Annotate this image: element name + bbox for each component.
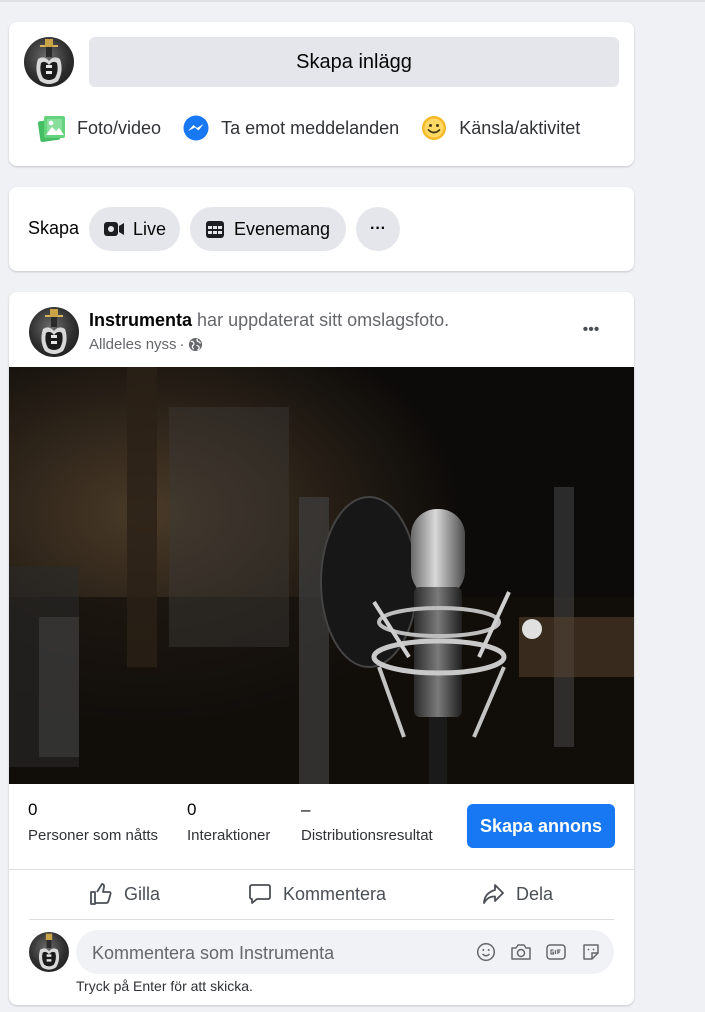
post-meta: Alldeles nyss ·: [89, 336, 203, 353]
post-time-link[interactable]: Alldeles nyss: [89, 336, 177, 353]
interactions-stat[interactable]: 0 Interaktioner: [187, 800, 270, 844]
author-name-link[interactable]: Instrumenta: [89, 310, 192, 330]
post-actions: Gilla Kommentera Dela: [9, 872, 634, 916]
receive-messages-button[interactable]: Ta emot meddelanden: [181, 113, 399, 143]
feeling-activity-button[interactable]: Känsla/aktivitet: [419, 113, 580, 143]
commenter-avatar[interactable]: [29, 932, 69, 972]
reach-stat[interactable]: 0 Personer som nåtts: [28, 800, 158, 844]
create-ad-label: Skapa annons: [479, 815, 603, 836]
interactions-value: 0: [187, 800, 197, 819]
top-divider: [0, 0, 705, 2]
post-options-button[interactable]: •••: [573, 312, 609, 348]
comment-bubble-icon: [247, 881, 273, 907]
share-label: Dela: [516, 883, 554, 904]
comment-composer: [76, 930, 614, 976]
meta-separator: ·: [179, 336, 185, 353]
comment-tools: [462, 941, 602, 963]
interactions-label: Interaktioner: [187, 827, 271, 844]
avatar[interactable]: [24, 37, 74, 87]
photo-video-label: Foto/video: [77, 117, 162, 138]
more-create-button[interactable]: ···: [356, 207, 400, 251]
like-label: Gilla: [124, 883, 161, 904]
composer-card: Skapa inlägg Foto/video Ta emot meddelan…: [9, 22, 634, 166]
receive-messages-label: Ta emot meddelanden: [221, 117, 400, 138]
create-label: Skapa: [28, 218, 80, 238]
comment-label: Kommentera: [283, 883, 387, 904]
divider: [9, 869, 634, 870]
create-ad-button[interactable]: Skapa annons: [467, 804, 615, 848]
guitar-avatar-image: [36, 39, 62, 84]
event-button[interactable]: Evenemang: [190, 207, 346, 251]
more-icon: ···: [370, 220, 386, 237]
composer-actions: Foto/video Ta emot meddelanden Känsla/ak…: [37, 110, 600, 146]
author-avatar[interactable]: [29, 307, 79, 357]
event-label: Evenemang: [234, 218, 331, 239]
guitar-avatar-image: [38, 933, 60, 970]
messenger-icon: [181, 113, 211, 143]
live-button[interactable]: Live: [89, 207, 180, 251]
gif-icon[interactable]: [545, 941, 567, 963]
create-card: Skapa Live Evenemang ···: [9, 187, 634, 271]
video-camera-icon: [103, 218, 125, 240]
like-button[interactable]: Gilla: [88, 872, 160, 916]
thumbs-up-icon: [88, 881, 114, 907]
share-button[interactable]: Dela: [480, 872, 553, 916]
post-action-text: har uppdaterat sitt omslagsfoto.: [197, 310, 450, 330]
live-label: Live: [133, 218, 167, 239]
photo-video-button[interactable]: Foto/video: [37, 113, 161, 143]
calendar-icon: [204, 218, 226, 240]
distribution-stat[interactable]: – Distributionsresultat: [301, 800, 433, 844]
comment-hint: Tryck på Enter för att skicka.: [76, 978, 253, 994]
microphone-studio-photo: [9, 367, 634, 784]
sticker-icon[interactable]: [580, 941, 602, 963]
create-post-label: Skapa inlägg: [296, 50, 412, 73]
camera-icon[interactable]: [510, 941, 532, 963]
comment-button[interactable]: Kommentera: [247, 872, 386, 916]
cover-photo[interactable]: [9, 367, 634, 784]
distribution-label: Distributionsresultat: [301, 827, 433, 844]
photo-video-icon: [37, 113, 67, 143]
emoji-icon[interactable]: [475, 941, 497, 963]
feeling-activity-label: Känsla/aktivitet: [459, 117, 581, 138]
share-arrow-icon: [480, 881, 506, 907]
reach-label: Personer som nåtts: [28, 827, 159, 844]
comment-input[interactable]: [90, 930, 454, 976]
globe-icon: [188, 337, 203, 352]
reach-value: 0: [28, 800, 38, 819]
post-header: Instrumenta har uppdaterat sitt omslagsf…: [89, 310, 449, 331]
distribution-value: –: [301, 800, 311, 819]
create-post-button[interactable]: Skapa inlägg: [89, 37, 619, 87]
divider: [29, 919, 614, 920]
guitar-avatar-image: [41, 309, 67, 354]
smiley-icon: [419, 113, 449, 143]
post-card: Instrumenta har uppdaterat sitt omslagsf…: [9, 292, 634, 1005]
more-horizontal-icon: •••: [582, 321, 600, 338]
